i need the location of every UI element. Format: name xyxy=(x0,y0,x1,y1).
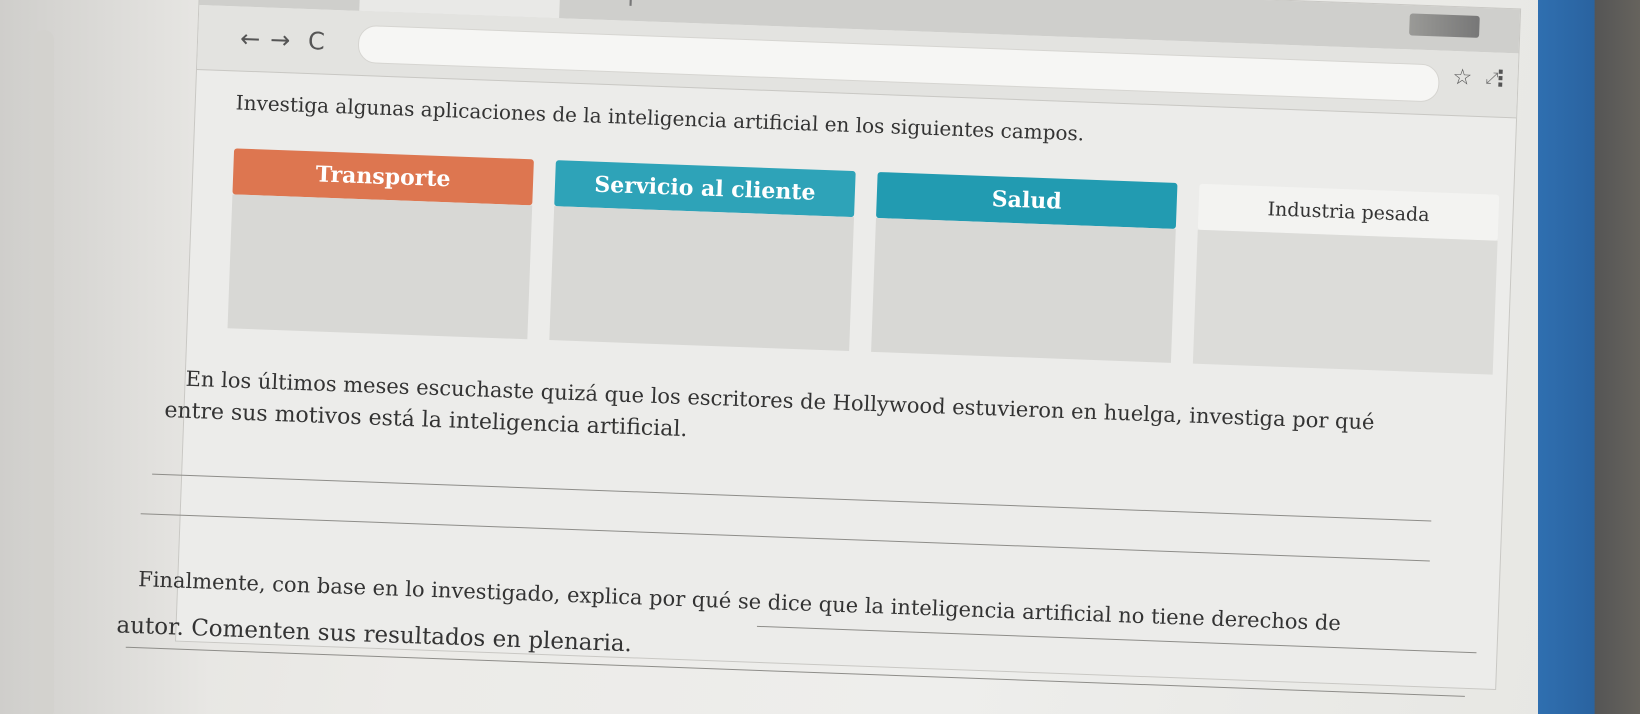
browser-window-illustration: + ← → C ⤢ ☆ ⋮ Investiga algunas aplicaci… xyxy=(116,0,1539,709)
answer-line[interactable] xyxy=(140,513,1430,562)
field-column-transporte: Transporte xyxy=(227,148,534,340)
back-arrow-icon[interactable]: ← xyxy=(240,25,261,54)
activity-instruction: Investiga algunas aplicaciones de la int… xyxy=(235,90,1085,146)
field-column-servicio: Servicio al cliente xyxy=(549,160,856,352)
field-answer-box[interactable] xyxy=(871,217,1176,363)
question-derechos-line2: autor. Comenten sus resultados en plenar… xyxy=(116,612,633,658)
blue-page-edge xyxy=(1538,0,1640,714)
field-column-salud: Salud xyxy=(871,171,1178,363)
forward-arrow-icon[interactable]: → xyxy=(270,26,291,55)
book-page: + ← → C ⤢ ☆ ⋮ Investiga algunas aplicaci… xyxy=(0,0,1640,714)
signal-bars-icon xyxy=(1409,13,1480,38)
book-binding xyxy=(34,30,54,714)
new-tab-icon[interactable]: + xyxy=(619,0,642,13)
answer-line[interactable] xyxy=(125,646,1465,697)
field-answer-box[interactable] xyxy=(1192,229,1498,375)
answer-line[interactable] xyxy=(756,625,1477,654)
fields-table: Transporte Servicio al cliente Salud Ind… xyxy=(227,148,1500,375)
field-answer-box[interactable] xyxy=(549,206,855,352)
reload-icon[interactable]: C xyxy=(308,27,326,56)
field-answer-box[interactable] xyxy=(227,194,533,340)
page-content: Investiga algunas aplicaciones de la int… xyxy=(116,69,1516,697)
field-column-industria: Industria pesada xyxy=(1192,183,1500,375)
answer-line[interactable] xyxy=(152,473,1432,522)
kebab-menu-icon[interactable]: ⋮ xyxy=(1489,66,1512,92)
bookmark-star-icon[interactable]: ☆ xyxy=(1452,65,1473,91)
browser-frame: + ← → C ⤢ ☆ ⋮ Investiga algunas aplicaci… xyxy=(116,0,1522,697)
